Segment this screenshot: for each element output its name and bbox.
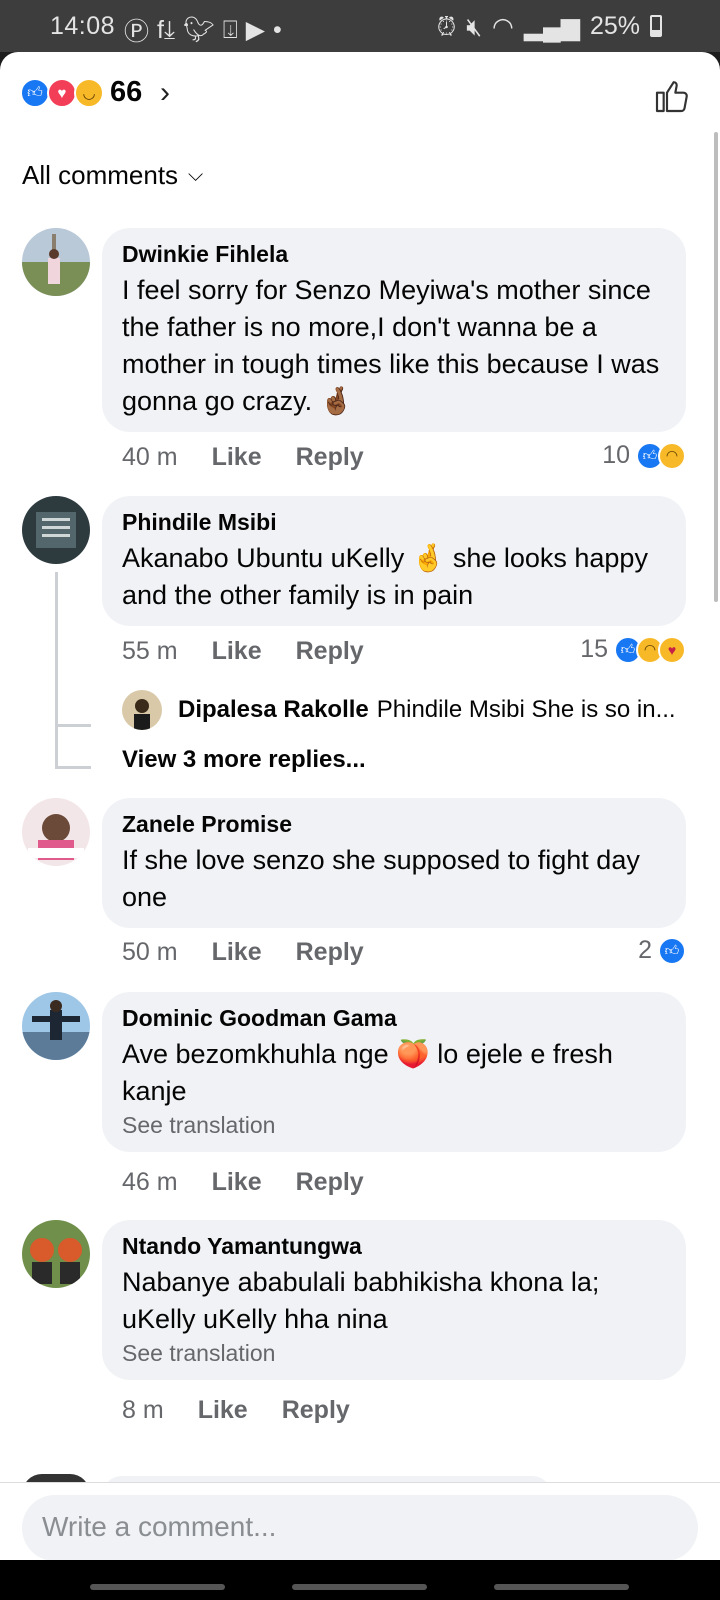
reply-snippet: Phindile Msibi She is so in...: [376, 696, 676, 723]
comment-author[interactable]: Dominic Goodman Gama: [122, 1004, 666, 1032]
comment-bubble[interactable]: Phindile Msibi Akanabo Ubuntu uKelly 🤞 s…: [102, 496, 686, 626]
nav-recents-handle[interactable]: [90, 1584, 225, 1590]
comment-author[interactable]: Zanele Promise: [122, 810, 666, 838]
reply-link[interactable]: Reply: [296, 1168, 364, 1197]
comment-bubble[interactable]: Dominic Goodman Gama Ave bezomkhuhla nge…: [102, 992, 686, 1152]
pinterest-icon: Ⓟ: [124, 18, 150, 46]
haha-reaction-icon: ◡: [74, 78, 104, 108]
battery-level: 25%: [589, 12, 640, 40]
comment-time: 50 m: [122, 938, 178, 966]
write-comment-input[interactable]: Write a comment...: [22, 1495, 698, 1560]
signal-icon: ▂▄▆: [523, 13, 580, 41]
system-nav-bar: [0, 1560, 720, 1600]
scrollbar[interactable]: [714, 132, 718, 602]
thread-branch: [55, 766, 91, 769]
status-bar: 14:08 Ⓟ f⤓ 🐦︎ ⍗ ▶ • ⏰︎ 🔇︎ ◠ ▂▄▆ 25%: [0, 0, 720, 52]
comment-bubble[interactable]: Ntando Yamantungwa Nabanye ababulali bab…: [102, 1220, 686, 1380]
avatar[interactable]: [22, 992, 90, 1060]
like-link[interactable]: Like: [198, 1396, 248, 1425]
notification-icons: Ⓟ f⤓ 🐦︎ ⍗ ▶ •: [124, 12, 282, 48]
like-link[interactable]: Like: [212, 443, 262, 472]
youtube-icon: ▶: [245, 16, 266, 44]
status-time: 14:08: [50, 12, 116, 40]
thread-branch: [55, 724, 91, 727]
thread-line: [55, 572, 58, 768]
like-reaction-icon: 👍︎: [658, 936, 686, 965]
chevron-down-icon: ⌵: [188, 164, 204, 186]
view-more-replies-link[interactable]: View 3 more replies...: [122, 746, 366, 774]
comment-actions: 50 m Like Reply: [122, 938, 364, 967]
comment-text: I feel sorry for Senzo Meyiwa's mother s…: [122, 275, 660, 416]
comments-filter[interactable]: All comments ⌵: [22, 160, 203, 191]
reaction-count: 10: [602, 441, 630, 469]
comment-time: 46 m: [122, 1168, 178, 1196]
reaction-count: 66: [110, 76, 143, 108]
nav-back-handle[interactable]: [494, 1584, 629, 1590]
sad-reaction-icon: ◠: [658, 441, 686, 470]
like-link[interactable]: Like: [212, 1168, 262, 1197]
download-icon: f⤓: [157, 15, 176, 44]
comment-author[interactable]: Phindile Msibi: [122, 508, 666, 536]
system-icons: ⏰︎ 🔇︎ ◠ ▂▄▆: [437, 12, 580, 42]
like-button-icon[interactable]: [652, 76, 692, 116]
chevron-right-icon: ›: [160, 76, 170, 109]
comment-reactions[interactable]: 2 👍︎: [638, 936, 686, 965]
wifi-icon: ◠: [492, 13, 514, 41]
like-link[interactable]: Like: [212, 637, 262, 666]
reply-link[interactable]: Reply: [282, 1396, 350, 1425]
reply-preview[interactable]: Dipalesa Rakolle Phindile Msibi She is s…: [122, 690, 676, 730]
inbox-icon: ⍗: [222, 15, 238, 44]
reaction-count: 15: [580, 635, 608, 663]
comment-reactions[interactable]: 10 👍︎ ◠: [602, 441, 686, 470]
avatar[interactable]: [22, 1220, 90, 1288]
reaction-icons: 👍︎ ♥ ◡: [20, 78, 106, 108]
comment-actions: 40 m Like Reply: [122, 443, 364, 472]
comment-time: 40 m: [122, 443, 178, 471]
mute-icon: 🔇︎: [466, 12, 482, 41]
comment-text: Nabanye ababulali babhikisha khona la; u…: [122, 1267, 600, 1334]
alarm-icon: ⏰︎: [436, 12, 457, 41]
comment-reactions[interactable]: 15 👍︎ ◠ ♥: [580, 635, 686, 664]
comment-composer: Write a comment...: [0, 1482, 720, 1560]
dot-icon: •: [273, 15, 282, 44]
comment-actions: 46 m Like Reply: [122, 1168, 364, 1197]
comments-sheet: 👍︎ ♥ ◡ 66 › All comments ⌵ Dwinkie Fihlel…: [0, 52, 720, 1560]
reaction-summary[interactable]: 👍︎ ♥ ◡ 66 ›: [0, 52, 720, 142]
battery-icon: [650, 15, 662, 37]
like-link[interactable]: Like: [212, 938, 262, 967]
comment-time: 8 m: [122, 1396, 164, 1424]
comment-text: Akanabo Ubuntu uKelly 🤞 she looks happy …: [122, 543, 648, 610]
filter-label: All comments: [22, 160, 179, 190]
reaction-count: 2: [638, 936, 652, 964]
comment-actions: 55 m Like Reply: [122, 637, 364, 666]
avatar[interactable]: [122, 690, 162, 730]
reply-link[interactable]: Reply: [296, 443, 364, 472]
comment-bubble[interactable]: Zanele Promise If she love senzo she sup…: [102, 798, 686, 928]
see-translation-link[interactable]: See translation: [122, 1338, 666, 1368]
reply-link[interactable]: Reply: [296, 637, 364, 666]
comment-author[interactable]: Dwinkie Fihlela: [122, 240, 666, 268]
see-translation-link[interactable]: See translation: [122, 1110, 666, 1140]
nav-home-handle[interactable]: [292, 1584, 427, 1590]
comment-author[interactable]: Ntando Yamantungwa: [122, 1232, 666, 1260]
avatar[interactable]: [22, 798, 90, 866]
comment-bubble[interactable]: Dwinkie Fihlela I feel sorry for Senzo M…: [102, 228, 686, 432]
like-reaction-icon: 👍︎: [20, 78, 50, 108]
comment-actions: 8 m Like Reply: [122, 1396, 350, 1425]
avatar[interactable]: [22, 496, 90, 564]
love-reaction-icon: ♥: [47, 78, 77, 108]
twitter-icon: 🐦︎: [183, 15, 215, 44]
reply-author[interactable]: Dipalesa Rakolle: [178, 696, 369, 724]
avatar[interactable]: [22, 228, 90, 296]
reply-link[interactable]: Reply: [296, 938, 364, 967]
comment-text: If she love senzo she supposed to fight …: [122, 845, 640, 912]
care-reaction-icon: ♥: [658, 635, 686, 664]
comment-text: Ave bezomkhuhla nge 🍑 lo ejele e fresh k…: [122, 1039, 613, 1106]
comment-time: 55 m: [122, 637, 178, 665]
